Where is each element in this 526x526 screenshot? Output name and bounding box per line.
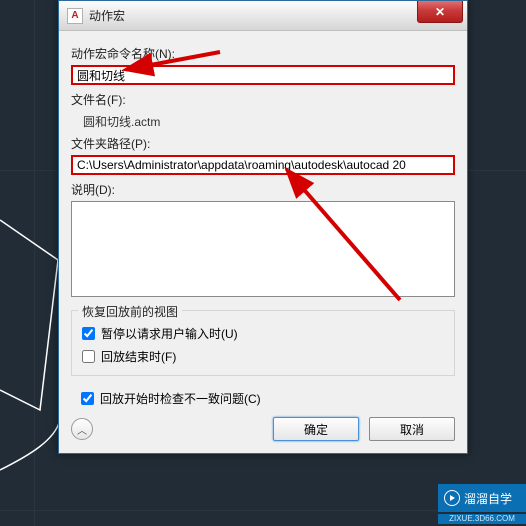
chevron-up-icon: ︿: [77, 422, 87, 437]
watermark-text: 溜溜自学: [464, 490, 512, 507]
close-icon: ✕: [435, 5, 445, 19]
folder-path-input[interactable]: [71, 155, 455, 175]
action-macro-dialog: A 动作宏 ✕ 动作宏命令名称(N): 文件名(F): 圆和切线.actm 文件…: [58, 0, 468, 454]
titlebar[interactable]: A 动作宏 ✕: [59, 1, 467, 31]
check-inconsistency-checkbox[interactable]: [81, 392, 94, 405]
window-title: 动作宏: [89, 7, 125, 24]
dialog-body: 动作宏命令名称(N): 文件名(F): 圆和切线.actm 文件夹路径(P): …: [59, 31, 467, 453]
description-label: 说明(D):: [71, 181, 455, 198]
end-checkbox[interactable]: [82, 350, 95, 363]
watermark-url: ZIXUE.3D66.COM: [438, 514, 526, 524]
command-name-label: 动作宏命令名称(N):: [71, 45, 455, 62]
check-inconsistency-row[interactable]: 回放开始时检查不一致问题(C): [81, 390, 455, 407]
pause-checkbox[interactable]: [82, 327, 95, 340]
play-icon: [444, 490, 460, 506]
autocad-app-icon: A: [67, 8, 83, 24]
end-checkbox-row[interactable]: 回放结束时(F): [82, 348, 444, 365]
expand-button[interactable]: ︿: [71, 418, 93, 440]
pause-checkbox-row[interactable]: 暂停以请求用户输入时(U): [82, 325, 444, 342]
description-textarea[interactable]: [71, 201, 455, 297]
button-row: ︿ 确定 取消: [71, 417, 455, 441]
filename-value: 圆和切线.actm: [71, 111, 455, 129]
end-checkbox-label: 回放结束时(F): [101, 348, 176, 365]
group-title: 恢复回放前的视图: [78, 303, 182, 320]
filename-label: 文件名(F):: [71, 91, 455, 108]
ok-button[interactable]: 确定: [273, 417, 359, 441]
pause-checkbox-label: 暂停以请求用户输入时(U): [101, 325, 238, 342]
close-button[interactable]: ✕: [417, 1, 463, 23]
watermark-badge: 溜溜自学: [438, 484, 526, 512]
cancel-button[interactable]: 取消: [369, 417, 455, 441]
folder-path-label: 文件夹路径(P):: [71, 135, 455, 152]
check-inconsistency-label: 回放开始时检查不一致问题(C): [100, 390, 261, 407]
command-name-input[interactable]: [71, 65, 455, 85]
restore-view-group: 恢复回放前的视图 暂停以请求用户输入时(U) 回放结束时(F): [71, 310, 455, 376]
